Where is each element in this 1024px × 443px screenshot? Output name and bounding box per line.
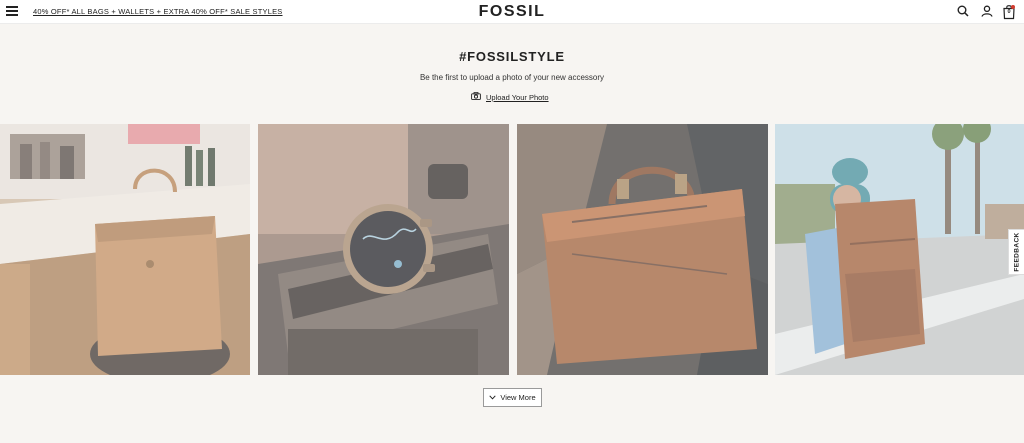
view-more-button[interactable]: View More (483, 388, 542, 407)
gallery-photo-smartwatch[interactable] (258, 124, 509, 375)
feedback-label: FEEDBACK (1013, 232, 1020, 272)
bag-count: 0 (1007, 9, 1011, 15)
gallery-photo-briefcase[interactable] (517, 124, 768, 375)
search-icon[interactable] (956, 4, 970, 18)
bag-badge (1011, 5, 1015, 9)
promo-banner-link[interactable]: 40% OFF* ALL BAGS + WALLETS + EXTRA 40% … (33, 7, 283, 16)
account-icon[interactable] (980, 4, 994, 18)
gallery-subtitle: Be the first to upload a photo of your n… (419, 73, 605, 82)
view-more-label: View More (500, 393, 536, 402)
chevron-down-icon (489, 393, 497, 402)
feedback-tab[interactable]: FEEDBACK (1008, 229, 1024, 275)
menu-icon[interactable] (6, 6, 18, 16)
bag-icon[interactable]: 0 (1002, 4, 1016, 20)
gallery-photo-backpack[interactable] (775, 124, 1024, 375)
site-header: 40% OFF* ALL BAGS + WALLETS + EXTRA 40% … (0, 0, 1024, 24)
camera-icon (471, 92, 481, 102)
upload-photo-link[interactable]: Upload Your Photo (471, 92, 549, 102)
fossil-logo[interactable]: FOSSIL (479, 3, 546, 20)
upload-photo-label: Upload Your Photo (486, 92, 549, 102)
gallery-photo-tote-bag[interactable] (0, 124, 250, 375)
gallery-title: #FOSSILSTYLE (459, 49, 565, 64)
